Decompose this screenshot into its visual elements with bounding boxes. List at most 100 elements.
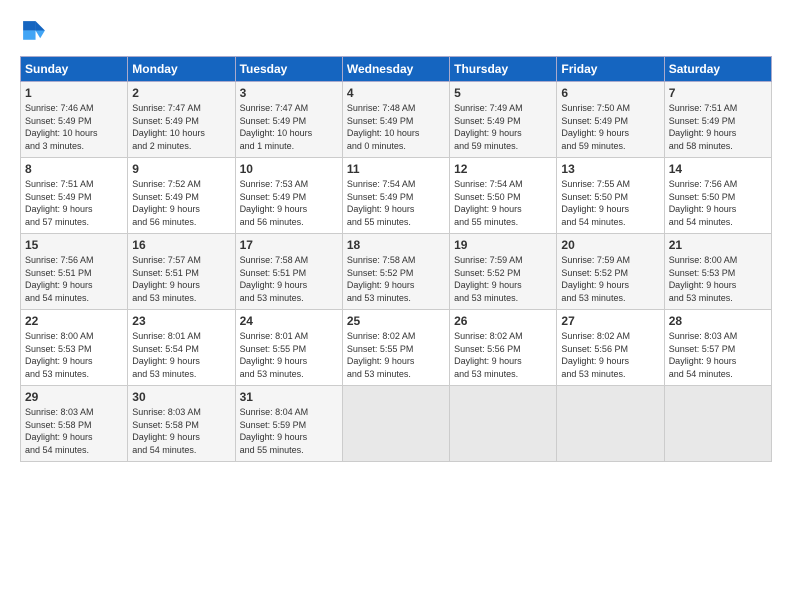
calendar-day-cell: 4Sunrise: 7:48 AM Sunset: 5:49 PM Daylig…	[342, 82, 449, 158]
weekday-header: Tuesday	[235, 57, 342, 82]
calendar-header-row: SundayMondayTuesdayWednesdayThursdayFrid…	[21, 57, 772, 82]
day-info: Sunrise: 8:03 AM Sunset: 5:57 PM Dayligh…	[669, 330, 767, 380]
day-info: Sunrise: 7:59 AM Sunset: 5:52 PM Dayligh…	[454, 254, 552, 304]
weekday-header: Friday	[557, 57, 664, 82]
calendar-day-cell: 6 Sunrise: 7:50 AM Sunset: 5:49 PM Daylig…	[557, 82, 664, 158]
day-info: Sunrise: 7:46 AM Sunset: 5:49 PM Dayligh…	[25, 102, 123, 152]
calendar-day-cell: 18 Sunrise: 7:58 AM Sunset: 5:52 PM Dayli…	[342, 234, 449, 310]
day-number: 22	[25, 314, 123, 328]
calendar-day-cell: 11 Sunrise: 7:54 AM Sunset: 5:49 PM Dayli…	[342, 158, 449, 234]
calendar-day-cell: 24Sunrise: 8:01 AM Sunset: 5:55 PM Dayli…	[235, 310, 342, 386]
day-info: Sunrise: 7:56 AM Sunset: 5:50 PM Dayligh…	[669, 178, 767, 228]
day-number: 11	[347, 162, 445, 176]
day-info: Sunrise: 8:03 AM Sunset: 5:58 PM Dayligh…	[132, 406, 230, 456]
calendar-day-cell: 23 Sunrise: 8:01 AM Sunset: 5:54 PM Dayli…	[128, 310, 235, 386]
day-info: Sunrise: 7:51 AM Sunset: 5:49 PM Dayligh…	[669, 102, 767, 152]
calendar-day-cell: 21 Sunrise: 8:00 AM Sunset: 5:53 PM Dayli…	[664, 234, 771, 310]
day-info: Sunrise: 7:48 AM Sunset: 5:49 PM Dayligh…	[347, 102, 445, 152]
day-number: 16	[132, 238, 230, 252]
calendar-day-cell: 30 Sunrise: 8:03 AM Sunset: 5:58 PM Dayli…	[128, 386, 235, 462]
day-number: 8	[25, 162, 123, 176]
day-info: Sunrise: 7:55 AM Sunset: 5:50 PM Dayligh…	[561, 178, 659, 228]
calendar-day-cell: 8Sunrise: 7:51 AM Sunset: 5:49 PM Daylig…	[21, 158, 128, 234]
day-number: 15	[25, 238, 123, 252]
day-number: 13	[561, 162, 659, 176]
day-info: Sunrise: 7:52 AM Sunset: 5:49 PM Dayligh…	[132, 178, 230, 228]
calendar-day-cell: 7 Sunrise: 7:51 AM Sunset: 5:49 PM Daylig…	[664, 82, 771, 158]
day-number: 23	[132, 314, 230, 328]
calendar-day-cell: 3Sunrise: 7:47 AM Sunset: 5:49 PM Daylig…	[235, 82, 342, 158]
day-info: Sunrise: 8:01 AM Sunset: 5:54 PM Dayligh…	[132, 330, 230, 380]
day-number: 6	[561, 86, 659, 100]
calendar-week-row: 1 Sunrise: 7:46 AM Sunset: 5:49 PM Daylig…	[21, 82, 772, 158]
day-info: Sunrise: 7:49 AM Sunset: 5:49 PM Dayligh…	[454, 102, 552, 152]
day-info: Sunrise: 8:04 AM Sunset: 5:59 PM Dayligh…	[240, 406, 338, 456]
calendar-day-cell: 12 Sunrise: 7:54 AM Sunset: 5:50 PM Dayli…	[450, 158, 557, 234]
day-info: Sunrise: 7:57 AM Sunset: 5:51 PM Dayligh…	[132, 254, 230, 304]
weekday-header: Sunday	[21, 57, 128, 82]
day-number: 2	[132, 86, 230, 100]
day-number: 19	[454, 238, 552, 252]
day-info: Sunrise: 7:58 AM Sunset: 5:52 PM Dayligh…	[347, 254, 445, 304]
weekday-header: Saturday	[664, 57, 771, 82]
day-info: Sunrise: 8:02 AM Sunset: 5:55 PM Dayligh…	[347, 330, 445, 380]
day-info: Sunrise: 8:02 AM Sunset: 5:56 PM Dayligh…	[561, 330, 659, 380]
day-number: 1	[25, 86, 123, 100]
header	[20, 18, 772, 46]
calendar-day-cell: 10 Sunrise: 7:53 AM Sunset: 5:49 PM Dayli…	[235, 158, 342, 234]
day-info: Sunrise: 8:00 AM Sunset: 5:53 PM Dayligh…	[669, 254, 767, 304]
day-info: Sunrise: 7:47 AM Sunset: 5:49 PM Dayligh…	[132, 102, 230, 152]
logo-icon	[20, 18, 48, 46]
calendar-week-row: 15 Sunrise: 7:56 AM Sunset: 5:51 PM Dayli…	[21, 234, 772, 310]
calendar-week-row: 29 Sunrise: 8:03 AM Sunset: 5:58 PM Dayli…	[21, 386, 772, 462]
day-number: 7	[669, 86, 767, 100]
calendar-day-cell: 31 Sunrise: 8:04 AM Sunset: 5:59 PM Dayli…	[235, 386, 342, 462]
calendar-table: SundayMondayTuesdayWednesdayThursdayFrid…	[20, 56, 772, 462]
day-info: Sunrise: 7:54 AM Sunset: 5:49 PM Dayligh…	[347, 178, 445, 228]
logo	[20, 18, 52, 46]
calendar-week-row: 22 Sunrise: 8:00 AM Sunset: 5:53 PM Dayli…	[21, 310, 772, 386]
day-number: 25	[347, 314, 445, 328]
day-info: Sunrise: 7:58 AM Sunset: 5:51 PM Dayligh…	[240, 254, 338, 304]
calendar-day-cell: 29 Sunrise: 8:03 AM Sunset: 5:58 PM Dayli…	[21, 386, 128, 462]
weekday-header: Monday	[128, 57, 235, 82]
calendar-day-cell: 16 Sunrise: 7:57 AM Sunset: 5:51 PM Dayli…	[128, 234, 235, 310]
day-number: 12	[454, 162, 552, 176]
calendar-day-cell	[664, 386, 771, 462]
day-number: 5	[454, 86, 552, 100]
calendar-day-cell: 17Sunrise: 7:58 AM Sunset: 5:51 PM Dayli…	[235, 234, 342, 310]
calendar-day-cell: 13 Sunrise: 7:55 AM Sunset: 5:50 PM Dayli…	[557, 158, 664, 234]
day-number: 27	[561, 314, 659, 328]
day-number: 14	[669, 162, 767, 176]
day-number: 26	[454, 314, 552, 328]
calendar-day-cell: 25 Sunrise: 8:02 AM Sunset: 5:55 PM Dayli…	[342, 310, 449, 386]
calendar-day-cell: 28 Sunrise: 8:03 AM Sunset: 5:57 PM Dayli…	[664, 310, 771, 386]
day-info: Sunrise: 7:53 AM Sunset: 5:49 PM Dayligh…	[240, 178, 338, 228]
day-number: 21	[669, 238, 767, 252]
day-info: Sunrise: 7:59 AM Sunset: 5:52 PM Dayligh…	[561, 254, 659, 304]
day-number: 9	[132, 162, 230, 176]
day-info: Sunrise: 8:03 AM Sunset: 5:58 PM Dayligh…	[25, 406, 123, 456]
calendar-day-cell: 15 Sunrise: 7:56 AM Sunset: 5:51 PM Dayli…	[21, 234, 128, 310]
day-number: 10	[240, 162, 338, 176]
calendar-day-cell: 14 Sunrise: 7:56 AM Sunset: 5:50 PM Dayli…	[664, 158, 771, 234]
day-info: Sunrise: 7:54 AM Sunset: 5:50 PM Dayligh…	[454, 178, 552, 228]
calendar-day-cell: 22 Sunrise: 8:00 AM Sunset: 5:53 PM Dayli…	[21, 310, 128, 386]
day-info: Sunrise: 7:47 AM Sunset: 5:49 PM Dayligh…	[240, 102, 338, 152]
day-number: 28	[669, 314, 767, 328]
day-number: 29	[25, 390, 123, 404]
day-info: Sunrise: 8:01 AM Sunset: 5:55 PM Dayligh…	[240, 330, 338, 380]
calendar-page: SundayMondayTuesdayWednesdayThursdayFrid…	[0, 0, 792, 612]
calendar-body: 1 Sunrise: 7:46 AM Sunset: 5:49 PM Daylig…	[21, 82, 772, 462]
day-info: Sunrise: 7:50 AM Sunset: 5:49 PM Dayligh…	[561, 102, 659, 152]
day-info: Sunrise: 7:56 AM Sunset: 5:51 PM Dayligh…	[25, 254, 123, 304]
day-number: 20	[561, 238, 659, 252]
day-info: Sunrise: 8:00 AM Sunset: 5:53 PM Dayligh…	[25, 330, 123, 380]
day-info: Sunrise: 8:02 AM Sunset: 5:56 PM Dayligh…	[454, 330, 552, 380]
day-number: 18	[347, 238, 445, 252]
calendar-day-cell: 5 Sunrise: 7:49 AM Sunset: 5:49 PM Daylig…	[450, 82, 557, 158]
day-number: 31	[240, 390, 338, 404]
calendar-day-cell: 1 Sunrise: 7:46 AM Sunset: 5:49 PM Daylig…	[21, 82, 128, 158]
day-number: 30	[132, 390, 230, 404]
calendar-week-row: 8Sunrise: 7:51 AM Sunset: 5:49 PM Daylig…	[21, 158, 772, 234]
